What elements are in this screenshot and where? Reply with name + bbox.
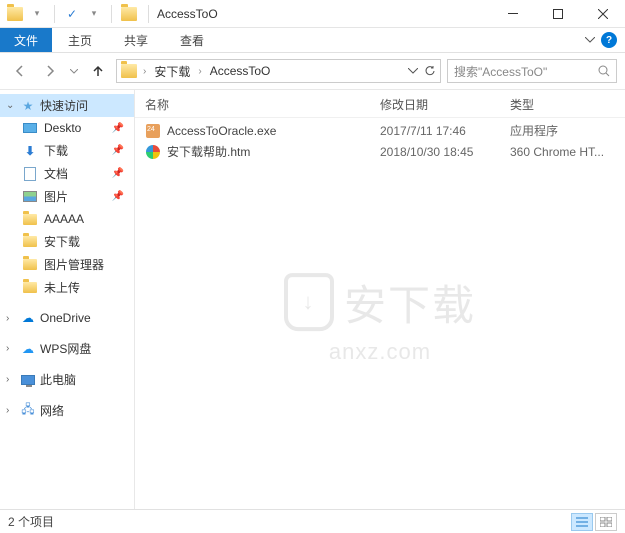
search-input[interactable]: 搜索"AccessToO" <box>447 59 617 83</box>
tab-view[interactable]: 查看 <box>164 28 220 52</box>
sidebar-label: 快速访问 <box>40 97 88 114</box>
quick-access-toolbar: ▾ ✓ ▾ <box>0 5 144 23</box>
column-date[interactable]: 修改日期 <box>380 96 510 113</box>
sidebar-network[interactable]: ›🖧网络 <box>0 399 134 422</box>
sidebar-item-pictures[interactable]: 图片📌 <box>0 185 134 208</box>
sidebar-item-folder[interactable]: 安下载 <box>0 230 134 253</box>
chevron-right-icon[interactable]: › <box>6 343 16 354</box>
document-icon <box>22 166 38 182</box>
nav-bar: › 安下载 › AccessToO 搜索"AccessToO" <box>0 53 625 89</box>
breadcrumb-segment[interactable]: 安下载 <box>152 63 192 80</box>
file-rows: AccessToOracle.exe 2017/7/11 17:46 应用程序 … <box>135 118 625 164</box>
help-icon[interactable]: ? <box>601 32 617 48</box>
refresh-icon[interactable] <box>424 65 436 77</box>
status-bar: 2 个项目 <box>0 509 625 533</box>
search-icon[interactable] <box>598 65 610 77</box>
column-type[interactable]: 类型 <box>510 96 615 113</box>
address-dropdown-icon[interactable] <box>408 68 418 74</box>
tab-share[interactable]: 共享 <box>108 28 164 52</box>
file-row[interactable]: 安下载帮助.htm 2018/10/30 18:45 360 Chrome HT… <box>145 141 615 162</box>
sidebar-item-desktop[interactable]: Deskto📌 <box>0 117 134 139</box>
item-count: 2 个项目 <box>8 513 54 530</box>
nav-dropdown-icon[interactable]: ▾ <box>85 5 103 23</box>
back-button[interactable] <box>8 59 32 83</box>
star-icon: ★ <box>20 98 36 114</box>
sidebar-item-folder[interactable]: AAAAA <box>0 208 134 230</box>
folder-icon <box>120 5 138 23</box>
pin-icon: 📌 <box>112 191 130 202</box>
chevron-right-icon[interactable]: › <box>196 66 203 77</box>
pin-icon: 📌 <box>112 145 130 156</box>
onedrive-icon: ☁ <box>20 310 36 326</box>
qat-dropdown-icon[interactable]: ▾ <box>28 5 46 23</box>
address-bar[interactable]: › 安下载 › AccessToO <box>116 59 441 83</box>
sidebar-item-documents[interactable]: 文档📌 <box>0 162 134 185</box>
folder-icon <box>22 211 38 227</box>
folder-icon <box>22 280 38 296</box>
watermark: ↓ 安下载 anxz.com <box>284 272 476 365</box>
tab-home[interactable]: 主页 <box>52 28 108 52</box>
file-list-pane: 名称 修改日期 类型 AccessToOracle.exe 2017/7/11 … <box>135 90 625 509</box>
icons-view-button[interactable] <box>595 513 617 531</box>
exe-icon <box>145 123 161 139</box>
sidebar-wps[interactable]: ›☁WPS网盘 <box>0 337 134 360</box>
history-dropdown-icon[interactable] <box>68 69 80 74</box>
navigation-pane: ⌄ ★ 快速访问 Deskto📌 ⬇下载📌 文档📌 图片📌 AAAAA 安下载 … <box>0 90 135 509</box>
chevron-right-icon[interactable]: › <box>141 66 148 77</box>
sidebar-quick-access[interactable]: ⌄ ★ 快速访问 <box>0 94 134 117</box>
sidebar-this-pc[interactable]: ›此电脑 <box>0 368 134 391</box>
chevron-right-icon[interactable]: › <box>6 405 16 416</box>
main-area: ⌄ ★ 快速访问 Deskto📌 ⬇下载📌 文档📌 图片📌 AAAAA 安下载 … <box>0 89 625 509</box>
sidebar-item-downloads[interactable]: ⬇下载📌 <box>0 139 134 162</box>
chevron-right-icon[interactable]: › <box>6 313 16 324</box>
maximize-button[interactable] <box>535 0 580 28</box>
folder-icon <box>22 257 38 273</box>
sidebar-item-folder[interactable]: 图片管理器 <box>0 253 134 276</box>
pin-icon: 📌 <box>112 123 130 134</box>
chevron-down-icon[interactable]: ⌄ <box>6 100 16 111</box>
shield-icon: ↓ <box>284 273 334 331</box>
expand-ribbon-icon[interactable] <box>585 37 595 43</box>
minimize-button[interactable] <box>490 0 535 28</box>
title-bar: ▾ ✓ ▾ AccessToO <box>0 0 625 28</box>
cloud-icon: ☁ <box>20 341 36 357</box>
forward-button[interactable] <box>38 59 62 83</box>
download-icon: ⬇ <box>22 143 38 159</box>
column-headers: 名称 修改日期 类型 <box>135 90 625 118</box>
folder-icon <box>121 64 137 78</box>
pin-icon: 📌 <box>112 168 130 179</box>
pc-icon <box>20 372 36 388</box>
folder-app-icon <box>6 5 24 23</box>
sidebar-item-folder[interactable]: 未上传 <box>0 276 134 299</box>
column-name[interactable]: 名称 <box>145 96 380 113</box>
close-button[interactable] <box>580 0 625 28</box>
file-tab[interactable]: 文件 <box>0 28 52 52</box>
pictures-icon <box>22 189 38 205</box>
check-icon[interactable]: ✓ <box>63 5 81 23</box>
sidebar-onedrive[interactable]: ›☁OneDrive <box>0 307 134 329</box>
desktop-icon <box>22 120 38 136</box>
search-placeholder: 搜索"AccessToO" <box>454 63 594 80</box>
file-row[interactable]: AccessToOracle.exe 2017/7/11 17:46 应用程序 <box>145 120 615 141</box>
chevron-right-icon[interactable]: › <box>6 374 16 385</box>
breadcrumb-segment[interactable]: AccessToO <box>208 64 273 78</box>
network-icon: 🖧 <box>20 403 36 419</box>
htm-icon <box>145 144 161 160</box>
details-view-button[interactable] <box>571 513 593 531</box>
ribbon: 文件 主页 共享 查看 ? <box>0 28 625 53</box>
folder-icon <box>22 234 38 250</box>
window-title: AccessToO <box>153 7 490 21</box>
up-button[interactable] <box>86 59 110 83</box>
